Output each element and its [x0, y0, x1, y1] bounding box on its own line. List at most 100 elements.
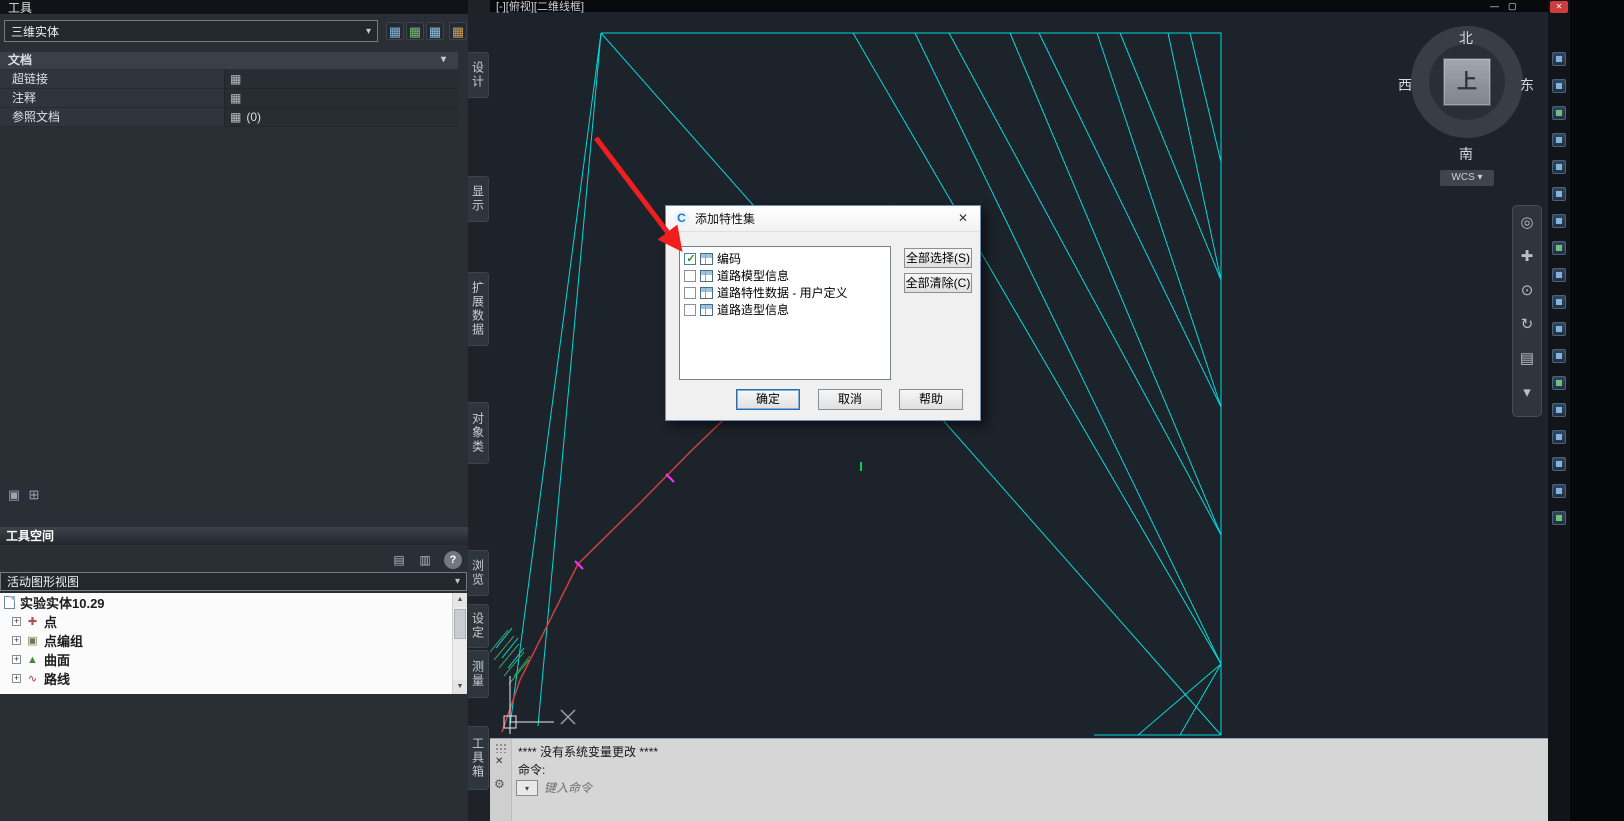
viewcube-north[interactable]: 北: [1459, 28, 1473, 48]
expand-plus-icon[interactable]: +: [12, 636, 21, 645]
palette-autohide-icon[interactable]: ⊞: [26, 487, 42, 503]
palette-toolbar-icon-1[interactable]: ▦: [386, 22, 404, 40]
maximize-icon[interactable]: ▢: [1508, 1, 1517, 11]
dock-icon[interactable]: [1552, 322, 1566, 336]
tab-display[interactable]: 显示: [468, 176, 489, 222]
dock-icon[interactable]: [1552, 52, 1566, 66]
help-button[interactable]: 帮助: [899, 389, 963, 410]
close-icon[interactable]: ✕: [1550, 1, 1568, 13]
tab-object-class[interactable]: 对象类: [468, 402, 489, 464]
viewcube-top-face[interactable]: 上: [1443, 58, 1491, 106]
checkbox[interactable]: [684, 303, 696, 316]
tab-extended-data[interactable]: 扩展数据: [468, 272, 489, 346]
close-icon[interactable]: ✕: [495, 756, 503, 767]
tab-settings[interactable]: 设定: [468, 604, 489, 648]
expand-plus-icon[interactable]: +: [12, 655, 21, 664]
application-window: 工具 三维实体 ▾ ▦ ▦ ▦ ▦ 文档 ▾ 超链接 ▦ 注释 ▦ 参照文档 ▦…: [0, 0, 1624, 821]
vertical-tab-strip: 设计 显示 扩展数据 对象类 浏览 设定 测量 工具箱: [468, 0, 490, 821]
orbit-icon[interactable]: ↻: [1513, 308, 1541, 342]
command-input-placeholder[interactable]: 键入命令: [544, 779, 592, 796]
dock-icon[interactable]: [1552, 295, 1566, 309]
right-dock-strip: ✕: [1548, 0, 1570, 821]
ok-button[interactable]: 确定: [736, 389, 800, 410]
clear-all-button[interactable]: 全部清除(C): [904, 273, 972, 293]
wcs-dropdown[interactable]: WCS ▾: [1440, 170, 1494, 186]
tab-survey[interactable]: 测量: [468, 650, 489, 698]
scroll-down-icon[interactable]: ▼: [453, 680, 467, 694]
help-icon[interactable]: ?: [444, 551, 462, 569]
checkbox[interactable]: [684, 286, 696, 299]
viewcube-east[interactable]: 东: [1520, 75, 1534, 95]
dock-icon[interactable]: [1552, 349, 1566, 363]
pan-icon[interactable]: ✚: [1513, 240, 1541, 274]
tree-item-point-groups[interactable]: + ▣ 点编组: [0, 631, 452, 650]
list-item-label: 道路模型信息: [717, 269, 790, 283]
recent-commands-icon[interactable]: ▾: [516, 779, 538, 796]
active-drawing-view-dropdown[interactable]: 活动图形视图 ▾: [0, 572, 467, 591]
expand-plus-icon[interactable]: +: [12, 674, 21, 683]
dock-icon[interactable]: [1552, 79, 1566, 93]
command-input-row[interactable]: ▾ 键入命令: [516, 779, 592, 796]
zoom-icon[interactable]: ⊙: [1513, 274, 1541, 308]
dialog-titlebar[interactable]: C 添加特性集: [666, 206, 980, 232]
palette-properties-icon[interactable]: ▣: [6, 487, 22, 503]
dock-icon[interactable]: [1552, 403, 1566, 417]
tab-prospector[interactable]: 浏览: [468, 550, 489, 596]
dock-icon[interactable]: [1552, 430, 1566, 444]
dock-icon[interactable]: [1552, 106, 1566, 120]
viewcube[interactable]: 上 北 南 西 东: [1398, 20, 1534, 170]
palette-toolbar-icon-2[interactable]: ▦: [406, 22, 424, 40]
showmotion-icon[interactable]: ▤: [1513, 342, 1541, 376]
tree-item-surfaces[interactable]: + ▲ 曲面: [0, 650, 452, 669]
toolspace-title[interactable]: 工具空间: [0, 527, 468, 545]
dock-icon[interactable]: [1552, 214, 1566, 228]
dock-icon[interactable]: [1552, 268, 1566, 282]
tab-toolbox[interactable]: 工具箱: [468, 726, 489, 790]
object-type-dropdown[interactable]: 三维实体 ▾: [4, 20, 378, 42]
list-item[interactable]: 编码: [682, 250, 888, 267]
select-all-button[interactable]: 全部选择(S): [904, 248, 972, 268]
tree-item-points[interactable]: + ✚ 点: [0, 612, 452, 631]
property-value[interactable]: ▦: [225, 89, 458, 108]
tab-design[interactable]: 设计: [468, 52, 489, 98]
navigation-wheel-icon[interactable]: ◎: [1513, 206, 1541, 240]
palette-toolbar-icon-3[interactable]: ▦: [426, 22, 444, 40]
chevron-down-icon: ▾: [454, 576, 460, 587]
dock-icon[interactable]: [1552, 511, 1566, 525]
cancel-button[interactable]: 取消: [818, 389, 882, 410]
prospector-tree: 实验实体10.29 + ✚ 点 + ▣ 点编组 + ▲ 曲面 + ∿ 路线: [0, 593, 452, 694]
toolspace-layout-icon[interactable]: ▤: [390, 551, 408, 569]
tree-item-drawing[interactable]: 实验实体10.29: [0, 593, 452, 612]
palette-toolbar-icon-4[interactable]: ▦: [449, 22, 467, 40]
tree-item-alignments[interactable]: + ∿ 路线: [0, 669, 452, 688]
close-icon[interactable]: ✕: [946, 206, 980, 231]
dock-icon[interactable]: [1552, 160, 1566, 174]
minimize-icon[interactable]: —: [1490, 1, 1499, 11]
drag-handle-icon[interactable]: [495, 743, 507, 753]
dock-icon[interactable]: [1552, 484, 1566, 498]
list-item[interactable]: 道路特性数据 - 用户定义: [682, 284, 888, 301]
list-item[interactable]: 道路造型信息: [682, 301, 888, 318]
tree-scrollbar[interactable]: ▲ ▼: [452, 593, 467, 694]
dock-icon[interactable]: [1552, 187, 1566, 201]
viewcube-west[interactable]: 西: [1398, 75, 1412, 95]
checkbox[interactable]: [684, 252, 697, 265]
dock-icon[interactable]: [1552, 133, 1566, 147]
toolspace-panorama-icon[interactable]: ▥: [416, 551, 434, 569]
dock-icon[interactable]: [1552, 457, 1566, 471]
scrollbar-thumb[interactable]: [454, 609, 466, 639]
checkbox[interactable]: [684, 269, 696, 282]
section-header-document[interactable]: 文档 ▾: [0, 52, 458, 69]
navbar-more-icon[interactable]: ▾: [1513, 376, 1541, 410]
list-item[interactable]: 道路模型信息: [682, 267, 888, 284]
customize-icon[interactable]: ⚙: [494, 777, 505, 791]
drawing-canvas[interactable]: [-][俯视][二维线框] — ▢ 上 北 南 西 东 WCS ▾ ◎ ✚ ⊙ …: [490, 0, 1548, 738]
scroll-up-icon[interactable]: ▲: [453, 593, 467, 607]
dock-icon[interactable]: [1552, 376, 1566, 390]
property-sets-list[interactable]: 编码 道路模型信息 道路特性数据 - 用户定义 道路造型信息: [679, 246, 891, 380]
property-value[interactable]: ▦ (0): [225, 108, 458, 127]
property-value[interactable]: ▦: [225, 70, 458, 89]
expand-plus-icon[interactable]: +: [12, 617, 21, 626]
dock-icon[interactable]: [1552, 241, 1566, 255]
viewcube-south[interactable]: 南: [1459, 144, 1473, 164]
